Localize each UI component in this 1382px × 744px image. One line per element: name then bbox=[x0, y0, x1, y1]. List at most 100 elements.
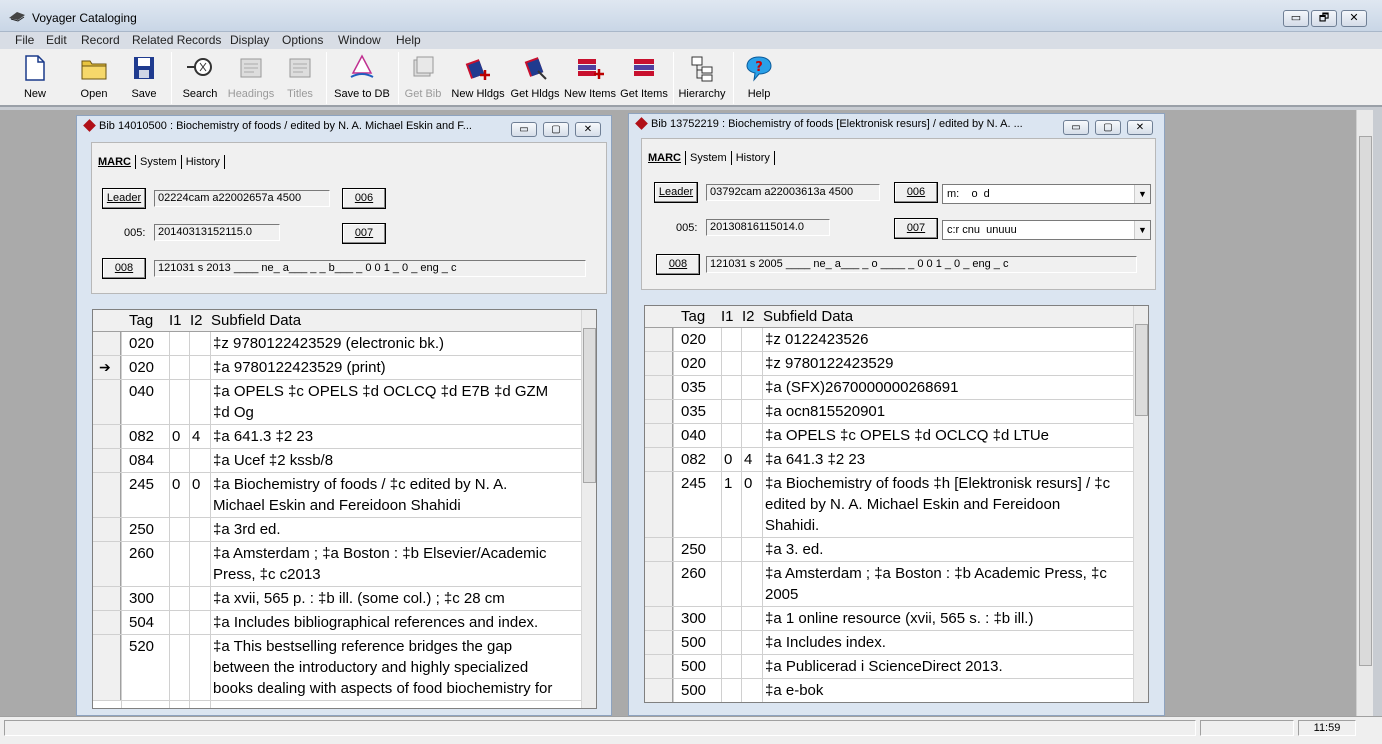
field-005[interactable]: 20140313152115.0 bbox=[154, 224, 280, 241]
chevron-down-icon[interactable]: ▼ bbox=[1134, 185, 1150, 203]
indicator-1-cell[interactable]: 1 bbox=[724, 473, 732, 494]
field-007-button[interactable]: 007 bbox=[894, 218, 938, 239]
new-items-button[interactable]: New Items bbox=[563, 49, 617, 107]
field-006-button[interactable]: 006 bbox=[894, 182, 938, 203]
marc-tag-cell[interactable]: 040 bbox=[681, 425, 706, 446]
tab-system[interactable]: System bbox=[140, 156, 177, 168]
new-button[interactable]: New bbox=[14, 49, 56, 107]
subfield-data-cell[interactable]: ‡a ocn815520901 bbox=[765, 401, 885, 422]
marc-tag-cell[interactable]: 020 bbox=[129, 333, 154, 354]
table-row[interactable]: 035 ‡a (SFX)2670000000268691 bbox=[645, 376, 1133, 400]
subfield-data-cell[interactable]: ‡a 9780122423529 (print) bbox=[213, 357, 386, 378]
leader-field[interactable]: 03792cam a22003613a 4500 bbox=[706, 184, 880, 201]
tab-marc[interactable]: MARC bbox=[648, 152, 681, 164]
table-row[interactable]: 250 ‡a 3. ed. bbox=[645, 538, 1133, 562]
tab-marc[interactable]: MARC bbox=[98, 156, 131, 168]
leader-button[interactable]: Leader bbox=[654, 182, 698, 203]
subfield-data-cell[interactable]: ‡a Includes index. bbox=[765, 632, 886, 653]
marc-tag-cell[interactable]: 500 bbox=[681, 632, 706, 653]
subfield-data-cell[interactable]: ‡a Ucef ‡2 kssb/8 bbox=[213, 450, 333, 471]
subfield-data-cell[interactable]: ‡a 641.3 ‡2 23 bbox=[213, 426, 313, 447]
table-row[interactable]: 500 ‡a Includes index. bbox=[645, 631, 1133, 655]
leader-field[interactable]: 02224cam a22002657a 4500 bbox=[154, 190, 330, 207]
indicator-1-cell[interactable]: 0 bbox=[172, 426, 180, 447]
table-row[interactable]: 300 ‡a xvii, 565 p. : ‡b ill. (some col.)… bbox=[93, 587, 581, 611]
row-selector[interactable] bbox=[645, 400, 673, 424]
workspace-scrollbar[interactable] bbox=[1356, 110, 1373, 716]
indicator-2-cell[interactable]: 4 bbox=[744, 449, 752, 470]
marc-tag-cell[interactable]: 300 bbox=[681, 608, 706, 629]
subfield-data-cell[interactable]: Shahidi. bbox=[765, 515, 819, 536]
row-selector[interactable] bbox=[645, 328, 673, 352]
subfield-data-cell[interactable]: ‡a 1 online resource (xvii, 565 s. : ‡b … bbox=[765, 608, 1033, 629]
subfield-data-cell[interactable]: ‡z 9780122423529 bbox=[765, 353, 893, 374]
close-button[interactable]: ✕ bbox=[1341, 10, 1367, 27]
subfield-data-cell[interactable]: Michael Eskin and Fereidoon Shahidi bbox=[213, 495, 461, 516]
grid-scrollbar[interactable] bbox=[581, 310, 596, 708]
table-row[interactable]: ➔ 020 ‡a 9780122423529 (print) bbox=[93, 356, 581, 380]
get-bib-button[interactable]: Get Bib bbox=[404, 49, 442, 107]
table-row[interactable]: 040 ‡a OPELS ‡c OPELS ‡d OCLCQ ‡d E7B ‡d … bbox=[93, 380, 581, 425]
field-007-button[interactable]: 007 bbox=[342, 223, 386, 244]
subfield-data-cell[interactable]: ‡z 9780122423529 (electronic bk.) bbox=[213, 333, 444, 354]
col-i2-header[interactable]: I2 bbox=[190, 310, 203, 331]
subfield-data-cell[interactable]: ‡a Includes bibliographical references a… bbox=[213, 612, 538, 633]
marc-tag-cell[interactable]: 082 bbox=[681, 449, 706, 470]
row-selector[interactable] bbox=[93, 332, 121, 356]
marc-fields-grid[interactable]: Tag I1 I2 Subfield Data 020 ‡z 9780122423… bbox=[92, 309, 597, 709]
table-row[interactable]: 300 ‡a 1 online resource (xvii, 565 s. : … bbox=[645, 607, 1133, 631]
table-row[interactable]: 082 0 4 ‡a 641.3 ‡2 23 bbox=[645, 448, 1133, 472]
get-hldgs-button[interactable]: Get Hldgs bbox=[509, 49, 561, 107]
table-row[interactable]: 500 ‡a e-bok bbox=[645, 679, 1133, 702]
marc-tag-cell[interactable]: 084 bbox=[129, 450, 154, 471]
subfield-data-cell[interactable]: books dealing with aspects of food bioch… bbox=[213, 678, 552, 699]
field-008[interactable]: 121031 s 2005 ____ ne_ a___ _ o ____ _ 0… bbox=[706, 256, 1137, 273]
subfield-data-cell[interactable]: ‡a Biochemistry of foods ‡h [Elektronisk… bbox=[765, 473, 1110, 494]
field-008[interactable]: 121031 s 2013 ____ ne_ a___ _ _ b___ _ 0… bbox=[154, 260, 586, 277]
row-selector[interactable] bbox=[645, 352, 673, 376]
scroll-thumb[interactable] bbox=[583, 328, 596, 483]
col-data-header[interactable]: Subfield Data bbox=[763, 306, 853, 327]
save-button[interactable]: Save bbox=[124, 49, 164, 107]
field-007-select[interactable]: c:r cnu unuuu ▼ bbox=[942, 220, 1151, 240]
window-close-button[interactable]: ✕ bbox=[575, 122, 601, 137]
row-selector[interactable] bbox=[93, 587, 121, 611]
subfield-data-cell[interactable]: ‡z 0122423526 bbox=[765, 329, 868, 350]
row-selector[interactable] bbox=[645, 631, 673, 655]
save-to-db-button[interactable]: Save to DB bbox=[332, 49, 392, 107]
subfield-data-cell[interactable]: between the introductory and highly spec… bbox=[213, 657, 528, 678]
marc-tag-cell[interactable]: 020 bbox=[681, 329, 706, 350]
table-row[interactable]: 260 ‡a Amsterdam ; ‡a Boston : ‡b Academi… bbox=[645, 562, 1133, 607]
menu-options[interactable]: Options bbox=[282, 32, 323, 49]
menu-edit[interactable]: Edit bbox=[46, 32, 67, 49]
menu-file[interactable]: File bbox=[15, 32, 34, 49]
marc-tag-cell[interactable]: 500 bbox=[681, 680, 706, 701]
marc-tag-cell[interactable]: 520 bbox=[129, 636, 154, 657]
col-i1-header[interactable]: I1 bbox=[721, 306, 734, 327]
table-row[interactable]: 040 ‡a OPELS ‡c OPELS ‡d OCLCQ ‡d LTUe bbox=[645, 424, 1133, 448]
table-row[interactable]: 035 ‡a ocn815520901 bbox=[645, 400, 1133, 424]
field-005[interactable]: 20130816115014.0 bbox=[706, 219, 830, 236]
bib-window-13752219[interactable]: Bib 13752219 : Biochemistry of foods [El… bbox=[628, 113, 1165, 716]
row-selector[interactable] bbox=[645, 424, 673, 448]
indicator-1-cell[interactable]: 0 bbox=[724, 449, 732, 470]
marc-tag-cell[interactable]: 035 bbox=[681, 401, 706, 422]
table-row[interactable]: 245 0 0 ‡a Biochemistry of foods / ‡c edite… bbox=[93, 473, 581, 518]
marc-tag-cell[interactable]: 300 bbox=[129, 588, 154, 609]
new-hldgs-button[interactable]: New Hldgs bbox=[450, 49, 506, 107]
table-row[interactable]: 020 ‡z 9780122423529 (electronic bk.) bbox=[93, 332, 581, 356]
marc-tag-cell[interactable]: 020 bbox=[129, 357, 154, 378]
subfield-data-cell[interactable]: ‡d Og bbox=[213, 402, 254, 423]
row-selector[interactable] bbox=[93, 635, 121, 701]
marc-tag-cell[interactable]: 020 bbox=[681, 353, 706, 374]
table-row[interactable]: 020 ‡z 0122423526 bbox=[645, 328, 1133, 352]
row-selector[interactable] bbox=[93, 611, 121, 635]
indicator-2-cell[interactable]: 0 bbox=[192, 474, 200, 495]
table-row[interactable]: 020 ‡z 9780122423529 bbox=[645, 352, 1133, 376]
subfield-data-cell[interactable]: ‡a OPELS ‡c OPELS ‡d OCLCQ ‡d LTUe bbox=[765, 425, 1049, 446]
table-row[interactable]: 084 ‡a Ucef ‡2 kssb/8 bbox=[93, 449, 581, 473]
menu-display[interactable]: Display bbox=[230, 32, 269, 49]
hierarchy-button[interactable]: Hierarchy bbox=[676, 49, 728, 107]
search-button[interactable]: Search bbox=[178, 49, 222, 107]
menu-record[interactable]: Record bbox=[81, 32, 120, 49]
